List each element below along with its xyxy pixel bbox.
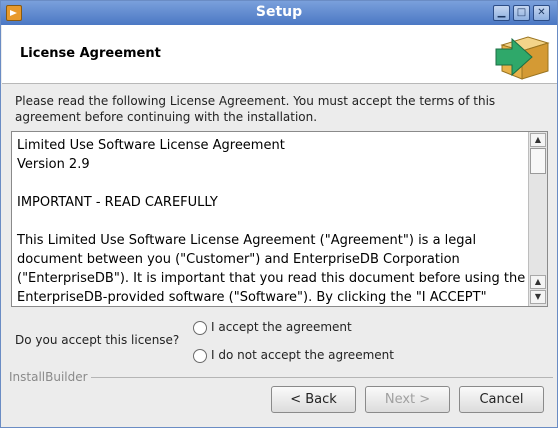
installer-box-icon	[495, 36, 550, 80]
minimize-icon: ▁	[497, 7, 506, 18]
radio-circle[interactable]	[193, 349, 207, 363]
scroll-down-button[interactable]: ▼	[530, 290, 546, 304]
brand-label: InstallBuilder	[9, 370, 88, 384]
license-line: Limited Use Software License Agreement	[17, 138, 285, 153]
accept-label[interactable]: I accept the agreement	[211, 320, 352, 334]
arrow-down-icon: ▼	[534, 292, 542, 301]
title-bar[interactable]: Setup ▁ □ ✕	[1, 1, 557, 25]
divider	[91, 377, 553, 378]
scroll-up-button[interactable]: ▲	[530, 133, 546, 147]
accept-radio[interactable]: I accept the agreement	[193, 320, 453, 338]
license-line: This Limited Use Software License Agreem…	[17, 233, 526, 305]
back-button[interactable]: < Back	[271, 386, 356, 413]
license-scrollbar[interactable]: ▲ ▲ ▼	[528, 132, 547, 306]
accept-question: Do you accept this license?	[15, 333, 180, 347]
page-header: License Agreement	[2, 25, 557, 84]
license-line: Version 2.9	[17, 157, 90, 172]
next-button[interactable]: Next >	[365, 386, 450, 413]
window-title: Setup	[255, 4, 303, 20]
decline-radio[interactable]: I do not accept the agreement	[193, 348, 453, 366]
scroll-thumb[interactable]	[530, 148, 546, 174]
setup-window: Setup ▁ □ ✕ License Agreement Please rea…	[0, 0, 558, 428]
page-title: License Agreement	[20, 46, 161, 61]
radio-circle[interactable]	[193, 321, 207, 335]
arrow-up-icon: ▲	[534, 135, 542, 144]
license-line: IMPORTANT - READ CAREFULLY	[17, 195, 218, 210]
maximize-icon: □	[516, 7, 527, 18]
maximize-button[interactable]: □	[513, 5, 530, 21]
cancel-button[interactable]: Cancel	[459, 386, 544, 413]
license-content: Limited Use Software License Agreement V…	[17, 136, 529, 306]
instructions-text: Please read the following License Agreem…	[15, 94, 496, 124]
decline-label[interactable]: I do not accept the agreement	[211, 348, 394, 362]
close-button[interactable]: ✕	[533, 5, 550, 21]
scroll-up-button-lower[interactable]: ▲	[530, 275, 546, 289]
license-text-area[interactable]: Limited Use Software License Agreement V…	[11, 131, 548, 307]
arrow-up-icon: ▲	[534, 277, 542, 286]
minimize-button[interactable]: ▁	[493, 5, 510, 21]
close-icon: ✕	[537, 7, 546, 18]
